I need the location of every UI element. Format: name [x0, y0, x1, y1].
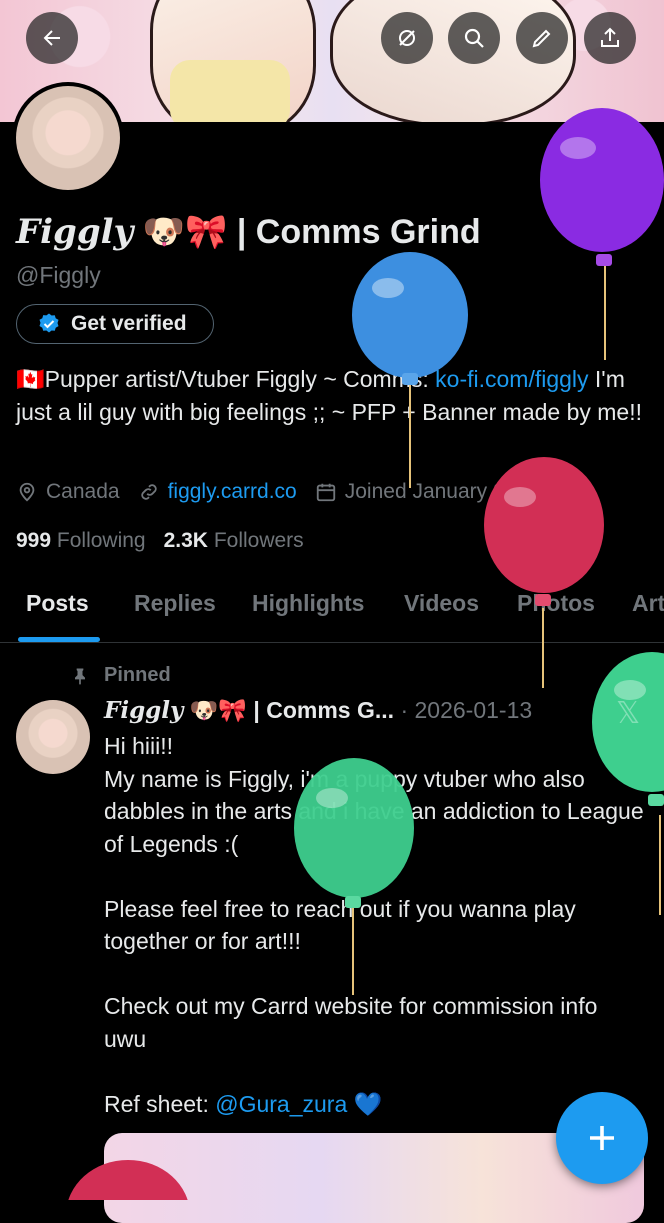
balloon-red — [68, 1160, 188, 1200]
balloon-green — [294, 758, 414, 995]
compose-plus-icon — [590, 1126, 614, 1150]
balloon-purple — [540, 108, 664, 360]
balloon-green — [592, 652, 664, 915]
balloon-overlay — [68, 108, 664, 1200]
balloon-blue — [352, 252, 468, 488]
x-logo-icon: 𝕏 — [616, 696, 641, 731]
compose-button[interactable] — [556, 1092, 648, 1184]
balloon-red — [484, 457, 604, 688]
